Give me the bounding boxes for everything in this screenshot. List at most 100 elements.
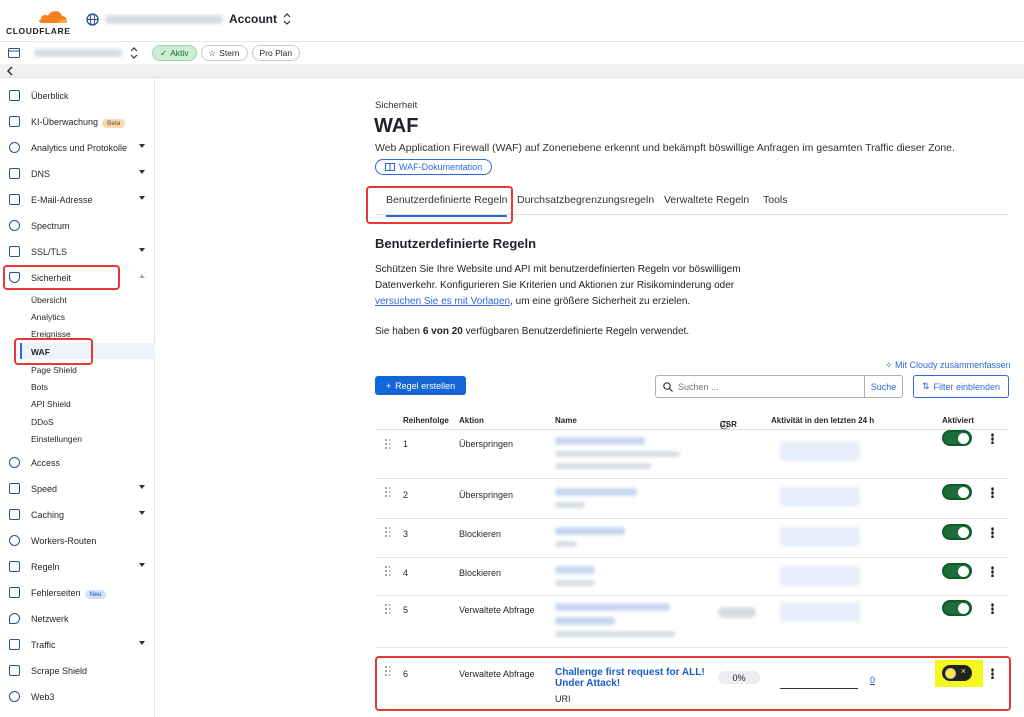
tab-rate-limiting[interactable]: Durchsatzbegrenzungsregeln [517,194,654,206]
dns-icon [9,168,20,179]
more-menu-icon[interactable] [991,487,994,498]
sidebar-sub-ddos[interactable]: DDoS [31,417,54,427]
rule-name-redacted[interactable] [555,437,680,472]
templates-link[interactable]: versuchen Sie es mit Vorlagen [375,296,510,307]
caret-up-icon [139,274,145,278]
sidebar-item-rules[interactable]: Regeln [0,556,155,578]
rule-name-redacted[interactable] [555,488,637,511]
sidebar-item-network[interactable]: Netzwerk [0,608,155,630]
rule-name-redacted[interactable] [555,566,595,589]
sidebar-item-analytics[interactable]: Analytics und Protokolle [0,137,155,159]
sidebar-sub-overview[interactable]: Übersicht [31,295,67,305]
sidebar-item-traffic[interactable]: Traffic [0,634,155,656]
cache-icon [9,509,20,520]
col-order[interactable]: Reihenfolge [403,416,449,425]
sidebar-item-scrape-shield[interactable]: Scrape Shield [0,660,155,682]
sidebar: Überblick KI-Überwachung Beta Analytics u… [0,78,155,717]
search-button[interactable]: Suche [864,376,902,397]
sidebar-item-error-pages[interactable]: Fehlerseiten Neu [0,582,155,604]
zone-bar: ✓ Aktiv ☆ Stern Pro Plan [0,42,1024,64]
spectrum-icon [9,220,20,231]
sidebar-sub-page-shield[interactable]: Page Shield [31,365,77,375]
more-menu-icon[interactable] [991,603,994,614]
drag-handle-icon[interactable] [384,565,390,577]
book-icon [385,163,395,171]
star-button[interactable]: ☆ Stern [200,45,248,61]
account-email-redacted [105,14,223,24]
filter-button[interactable]: ⇅ Filter einblenden [913,375,1009,398]
account-label: Account [229,12,277,26]
cloudy-summary-link[interactable]: ✧ Mit Cloudy zusammenfassen [885,360,1011,371]
chevron-left-icon[interactable] [6,66,14,76]
caret-down-icon [139,511,145,515]
enable-toggle[interactable] [942,430,972,446]
more-menu-icon[interactable] [991,566,994,577]
col-name[interactable]: Name [555,416,577,425]
col-activity: Aktivität in den letzten 24 h [771,416,875,425]
beta-badge: Beta [102,119,126,128]
table-row[interactable]: 2 Überspringen [375,479,1009,519]
zone-chevron-icon[interactable] [130,47,138,59]
cloudflare-logo[interactable]: CLOUDFLARE [6,8,70,36]
table-row[interactable]: 3 Blockieren [375,519,1009,558]
sidebar-sub-api-shield[interactable]: API Shield [31,399,71,409]
sidebar-item-spectrum[interactable]: Spectrum [0,215,155,237]
mail-icon [9,194,20,205]
search-input[interactable] [656,376,866,397]
rule-name-redacted[interactable] [555,527,625,550]
waf-docs-button[interactable]: WAF-Dokumentation [375,159,493,175]
activity-sparkline-redacted [780,487,860,507]
sidebar-item-workers[interactable]: Workers-Routen [0,530,155,552]
web3-icon [9,691,20,702]
tab-tools[interactable]: Tools [763,194,788,206]
drag-handle-icon[interactable] [384,438,390,450]
collapse-bar[interactable] [0,64,1024,78]
sidebar-sub-bots[interactable]: Bots [31,382,48,392]
drag-handle-icon[interactable] [384,526,390,538]
sparkle-icon: ✧ [885,360,896,370]
sidebar-sub-analytics[interactable]: Analytics [31,312,65,322]
table-header: Reihenfolge Aktion Name CSR ⓘ Aktivität … [375,412,1009,430]
annotation-box-row6 [375,656,1011,711]
analytics-icon [9,142,20,153]
document-icon [9,90,20,101]
pin-icon [9,613,20,624]
ai-icon [9,116,20,127]
table-row[interactable]: 4 Blockieren [375,558,1009,596]
globe-icon [86,12,99,26]
plan-badge: Pro Plan [251,45,301,61]
zone-name-redacted [34,49,122,57]
enable-toggle[interactable] [942,484,972,500]
table-row[interactable]: 1 Überspringen [375,430,1009,479]
sidebar-item-ai[interactable]: KI-Überwachung Beta [0,111,155,133]
sidebar-item-web3[interactable]: Web3 [0,686,155,708]
sidebar-item-ssl[interactable]: SSL/TLS [0,241,155,263]
sidebar-item-access[interactable]: Access [0,452,155,474]
caret-down-icon [139,196,145,200]
drag-handle-icon[interactable] [384,486,390,498]
sidebar-item-caching[interactable]: Caching [0,504,155,526]
cloud-logo-icon [39,11,67,23]
col-action[interactable]: Aktion [459,416,484,425]
table-row[interactable]: 5 Verwaltete Abfrage [375,596,1009,648]
search-box: Suche [655,375,903,398]
sidebar-item-email[interactable]: E-Mail-Adresse [0,189,155,211]
sidebar-item-speed[interactable]: Speed [0,478,155,500]
drag-handle-icon[interactable] [384,603,390,615]
enable-toggle[interactable] [942,600,972,616]
sidebar-item-dns[interactable]: DNS [0,163,155,185]
enable-toggle[interactable] [942,524,972,540]
annotation-box-security [3,265,120,290]
create-rule-button[interactable]: + Regel erstellen [375,376,466,395]
top-bar: CLOUDFLARE Account [0,0,1024,42]
rule-name-redacted[interactable] [555,603,675,640]
sidebar-item-overview[interactable]: Überblick [0,85,155,107]
sidebar-sub-settings[interactable]: Einstellungen [31,434,82,444]
account-switcher[interactable]: Account [86,12,291,26]
tab-managed-rules[interactable]: Verwaltete Regeln [664,194,749,206]
page-title: WAF [374,115,419,137]
new-badge: Neu [84,590,107,599]
more-menu-icon[interactable] [991,527,994,538]
enable-toggle[interactable] [942,563,972,579]
more-menu-icon[interactable] [991,433,994,444]
